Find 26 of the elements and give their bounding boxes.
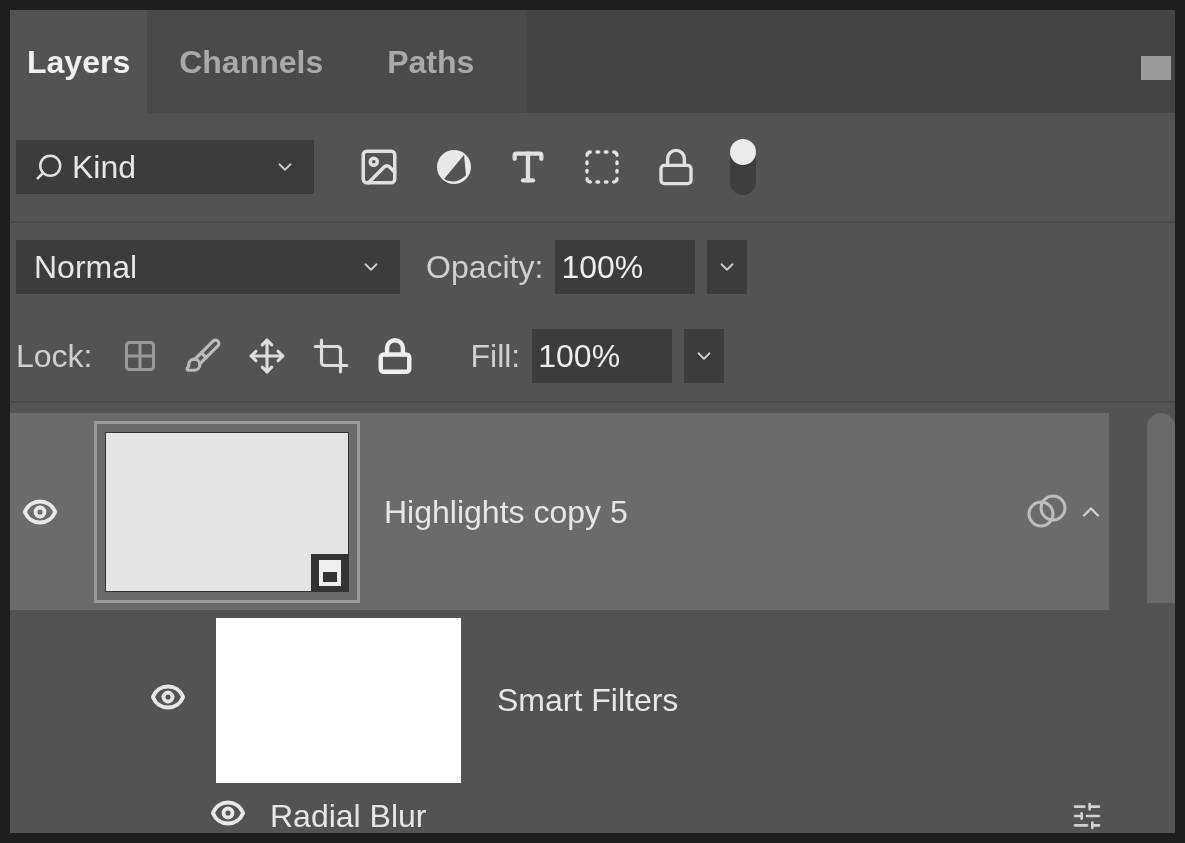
blend-mode-dropdown[interactable]: Normal (16, 240, 400, 294)
filter-name[interactable]: Radial Blur (270, 792, 427, 833)
filter-options-icon[interactable] (1071, 800, 1103, 832)
link-circles-icon[interactable] (1025, 493, 1069, 530)
scrollbar[interactable] (1147, 413, 1175, 603)
filter-toggle[interactable] (730, 139, 756, 195)
brush-icon[interactable] (184, 337, 223, 375)
opacity-label: Opacity: (426, 248, 544, 287)
move-icon[interactable] (248, 337, 287, 375)
fill-label: Fill: (470, 337, 521, 376)
search-icon (34, 152, 64, 182)
lock-icon[interactable] (656, 147, 696, 187)
fill-field[interactable]: 100% (532, 329, 673, 383)
adjustment-circle-icon[interactable] (434, 147, 474, 187)
panel-tab[interactable]: Layers (10, 10, 148, 113)
filter-kind-dropdown[interactable]: Kind (16, 140, 314, 194)
lock-label: Lock: (16, 337, 93, 376)
opacity-field[interactable]: 100% (555, 240, 696, 294)
smart-filters-label: Smart Filters (497, 681, 679, 720)
smart-object-badge-icon (311, 553, 349, 592)
panel-tab[interactable]: Paths (355, 10, 507, 113)
crop-icon[interactable] (312, 337, 351, 375)
panel-tab[interactable]: Channels (147, 10, 356, 113)
shape-icon[interactable] (582, 147, 622, 187)
layer-name: Highlights copy 5 (384, 492, 628, 532)
layer-row[interactable]: Highlights copy 5 (10, 413, 1109, 610)
